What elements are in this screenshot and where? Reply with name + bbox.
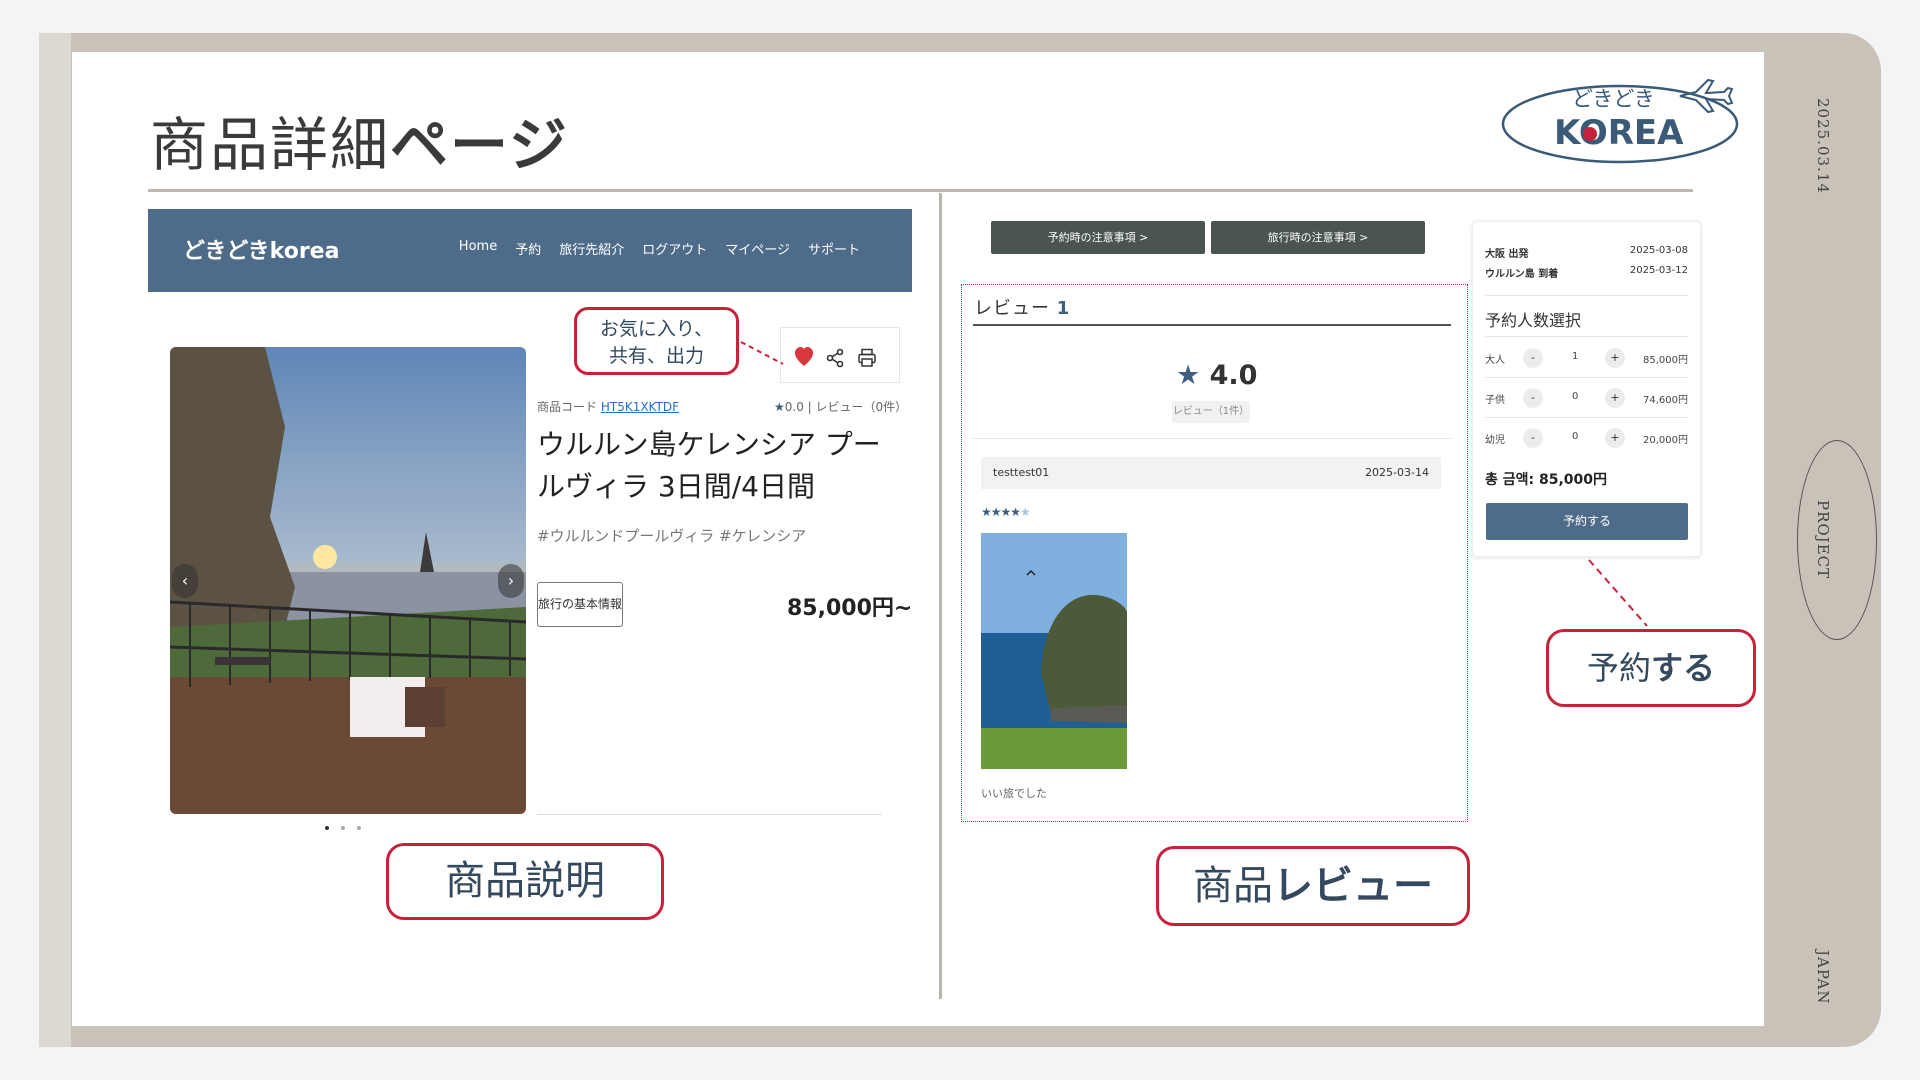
- product-description-callout: 商品説明: [386, 843, 664, 920]
- slide-date: 2025.03.14: [1814, 98, 1832, 194]
- child-amount: 74,600円: [1643, 395, 1688, 406]
- reserve-button[interactable]: 予約する: [1486, 503, 1688, 540]
- taegeuk-icon: [1583, 127, 1597, 141]
- svg-text:どきどき: どきどき: [1572, 87, 1655, 111]
- reserve-callout-connector: [1588, 559, 1648, 627]
- infant-plus-button[interactable]: +: [1605, 428, 1625, 448]
- product-tags: #ウルルンドプールヴィラ #ケレンシア: [537, 527, 807, 545]
- product-price: 85,000円~: [787, 596, 913, 621]
- booking-separator: [1485, 295, 1688, 296]
- product-code-link[interactable]: HT5K1XKTDF: [601, 400, 679, 414]
- nav-logout[interactable]: ログアウト: [642, 239, 707, 258]
- travel-info-button[interactable]: 旅行の基本情報: [537, 582, 623, 627]
- site-brand[interactable]: どきどきkorea: [183, 233, 339, 265]
- chevron-right-icon: ›: [507, 571, 515, 590]
- product-photo: ‹ ›: [170, 347, 526, 814]
- booking-panel: 大阪 出発 2025-03-08 ウルルン島 到着 2025-03-12 予約人数選…: [1472, 221, 1701, 557]
- review-date: 2025-03-14: [1365, 466, 1429, 479]
- review-separator: [973, 438, 1451, 439]
- child-qty: 0: [1572, 391, 1579, 402]
- chevron-left-icon: ‹: [181, 571, 189, 590]
- reserve-callout: 予約する: [1546, 629, 1756, 707]
- product-review-callout: 商品レビュー: [1156, 846, 1470, 926]
- infant-qty: 0: [1572, 431, 1579, 442]
- site-navbar: どきどきkorea Home 予約 旅行先紹介 ログアウト マイページ サポート: [148, 209, 912, 292]
- nav-mypage[interactable]: マイページ: [725, 239, 790, 258]
- review-photo[interactable]: [981, 533, 1127, 769]
- reservation-notice-button[interactable]: 予約時の注意事項 >: [991, 221, 1205, 254]
- sunset-terrace-image: [170, 347, 526, 814]
- child-minus-button[interactable]: -: [1523, 388, 1543, 408]
- carousel-dot[interactable]: [357, 826, 361, 830]
- share-icon[interactable]: [826, 348, 844, 368]
- average-rating: ★ 4.0: [1176, 360, 1258, 391]
- product-rule: [537, 814, 882, 815]
- adult-plus-button[interactable]: +: [1605, 348, 1625, 368]
- infant-amount: 20,000円: [1643, 435, 1688, 446]
- review-section-title: レビュー 1: [974, 298, 1071, 319]
- favorite-share-print-callout: お気に入り、 共有、出力: [574, 307, 739, 375]
- total-amount: 총 금액: 85,000円: [1485, 472, 1608, 488]
- adult-amount: 85,000円: [1643, 355, 1688, 366]
- favorite-callout-connector: [740, 341, 784, 365]
- page-title: 商品詳細ページ: [150, 111, 569, 179]
- pax-adult-row: 大人 - 1 + 85,000円: [1485, 348, 1688, 368]
- carousel-dot[interactable]: [325, 826, 329, 830]
- star-icon: ★: [1176, 360, 1201, 391]
- svg-text:KOREA: KOREA: [1554, 113, 1684, 153]
- product-rating-mini: ★0.0 | レビュー（0件）: [774, 400, 908, 414]
- vertical-divider: [939, 193, 942, 999]
- carousel-dots: [325, 826, 361, 830]
- child-plus-button[interactable]: +: [1605, 388, 1625, 408]
- review-user: testtest01: [993, 466, 1050, 479]
- adult-qty: 1: [1572, 351, 1579, 362]
- print-icon[interactable]: [857, 348, 877, 368]
- pax-child-row: 子供 - 0 + 74,600円: [1485, 388, 1688, 408]
- review-count-badge: レビュー（1件）: [1172, 401, 1250, 423]
- product-name: ウルルン島ケレンシア プールヴィラ 3日間/4日間: [537, 428, 881, 503]
- slide-frame-left-strip: [39, 33, 71, 1047]
- review-title-rule: [973, 324, 1451, 326]
- title-rule: [148, 189, 1693, 192]
- carousel-dot[interactable]: [341, 826, 345, 830]
- star-icon: ★: [774, 400, 785, 414]
- site-nav-links: Home 予約 旅行先紹介 ログアウト マイページ サポート: [459, 239, 860, 258]
- side-japan-label: JAPAN: [1814, 950, 1832, 1005]
- pax-infant-row: 幼児 - 0 + 20,000円: [1485, 428, 1688, 448]
- coastal-cliff-image: [981, 533, 1127, 769]
- product-code: 商品コード HT5K1XKTDF: [537, 400, 679, 414]
- callout-line2: 共有、出力: [608, 345, 704, 367]
- review-text: いい旅でした: [981, 787, 1047, 800]
- nav-reserve[interactable]: 予約: [515, 239, 541, 258]
- carousel-prev-button[interactable]: ‹: [172, 564, 198, 598]
- side-project-label: PROJECT: [1814, 500, 1832, 580]
- carousel-next-button[interactable]: ›: [498, 564, 524, 598]
- infant-minus-button[interactable]: -: [1523, 428, 1543, 448]
- heart-icon[interactable]: [794, 346, 814, 368]
- travel-notice-button[interactable]: 旅行時の注意事項 >: [1211, 221, 1425, 254]
- nav-support[interactable]: サポート: [808, 239, 860, 258]
- project-oval: [1797, 440, 1877, 640]
- dokidoki-korea-logo: どきどき KOREA: [1501, 78, 1739, 164]
- booking-separator: [1485, 336, 1688, 337]
- adult-minus-button[interactable]: -: [1523, 348, 1543, 368]
- booking-separator: [1485, 377, 1688, 378]
- callout-line1: お気に入り、: [599, 318, 714, 340]
- review-stars: ★★★★★: [981, 505, 1031, 519]
- review-item-header: testtest01 2025-03-14: [981, 457, 1441, 489]
- booking-separator: [1485, 417, 1688, 418]
- nav-home[interactable]: Home: [459, 239, 497, 258]
- pax-select-title: 予約人数選択: [1485, 311, 1582, 330]
- nav-destinations[interactable]: 旅行先紹介: [559, 239, 624, 258]
